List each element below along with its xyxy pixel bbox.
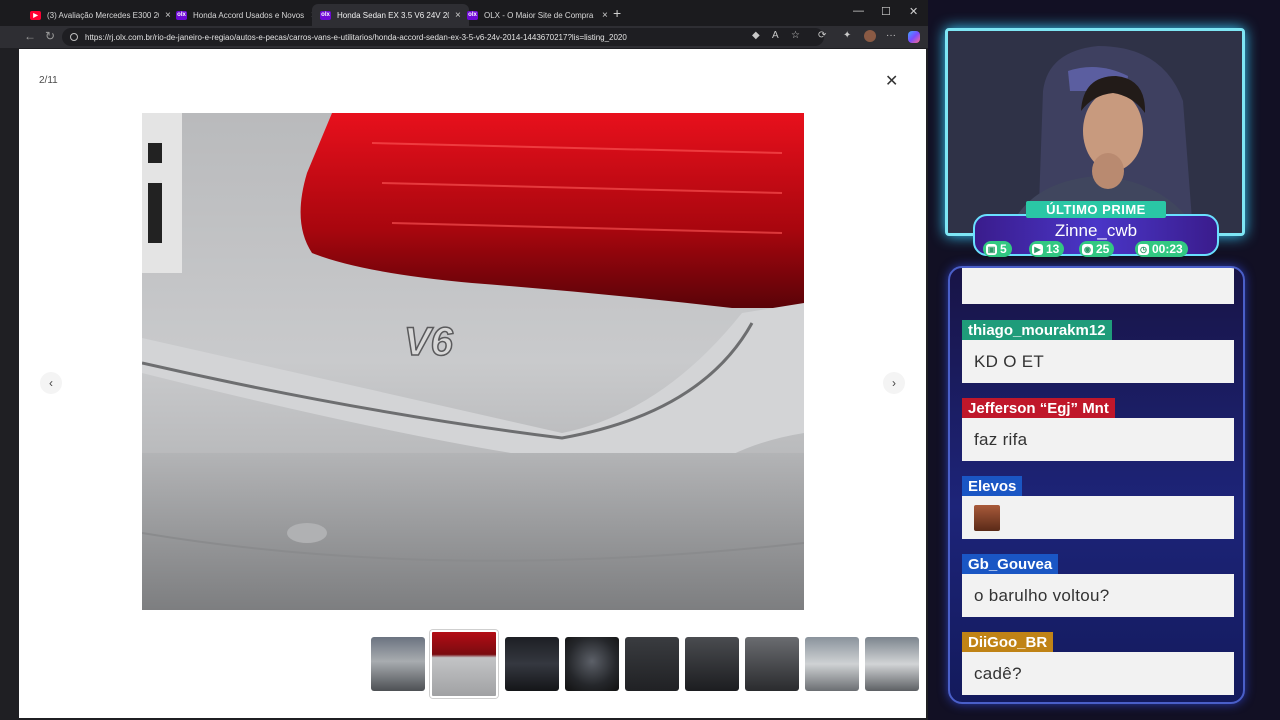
tab-label: (3) Avaliação Mercedes E300 2023 <box>47 10 159 20</box>
tab-label: OLX - O Maior Site de Compra e <box>484 10 596 20</box>
stat-value: 5 <box>1000 242 1007 256</box>
site-info-icon[interactable] <box>70 33 78 41</box>
tab-honda-accord-listings[interactable]: olx Honda Accord Usados e Novos × <box>168 4 325 26</box>
timer-stat: ◷ 00:23 <box>1135 241 1188 257</box>
thumbnail[interactable] <box>865 637 919 691</box>
chat-username: Jefferson “Egj” Mnt <box>962 398 1115 420</box>
v6-badge: V6 <box>404 320 454 364</box>
youtube-stat: ▶ 13 <box>1029 241 1065 257</box>
tab-label: Honda Accord Usados e Novos <box>193 10 305 20</box>
previous-photo-button[interactable]: ‹ <box>40 372 62 394</box>
close-tab-icon[interactable]: × <box>602 10 608 21</box>
tab-honda-sedan-ex[interactable]: olx Honda Sedan EX 3.5 V6 24V 2014 × <box>312 4 469 26</box>
prime-title: ÚLTIMO PRIME <box>1026 201 1166 218</box>
stream-stats: ▣ 5 ▶ 13 ◉ 25 ◷ 00:23 <box>983 241 1209 257</box>
more-menu-icon[interactable]: ··· <box>886 30 896 41</box>
chat-username: thiago_mourakm12 <box>962 320 1112 342</box>
tab-mercedes-review[interactable]: ▶ (3) Avaliação Mercedes E300 2023 × <box>22 4 179 26</box>
favorite-star-icon[interactable]: ☆ <box>791 30 800 41</box>
profile-avatar[interactable] <box>864 30 876 42</box>
stat-value: 13 <box>1046 242 1060 256</box>
chat-text <box>962 496 1234 539</box>
olx-icon: olx <box>320 10 331 20</box>
olx-icon: olx <box>467 10 478 20</box>
car-taillight-photo: V6 <box>142 113 804 610</box>
thumbnail[interactable] <box>371 637 425 691</box>
address-row: ← ↻ https://rj.olx.com.br/rio-de-janeiro… <box>0 26 928 48</box>
copilot-icon[interactable] <box>908 31 920 43</box>
thumbnail[interactable] <box>685 637 739 691</box>
maximize-button[interactable]: ☐ <box>881 5 891 18</box>
chat-username: DiiGoo_BR <box>962 632 1054 654</box>
prime-username: Zinne_cwb <box>1054 221 1138 240</box>
minimize-button[interactable]: — <box>853 5 864 17</box>
url-text: https://rj.olx.com.br/rio-de-janeiro-e-r… <box>85 32 627 42</box>
chat-username: Elevos <box>962 476 1023 498</box>
twitch-stat: ▣ 5 <box>983 241 1012 257</box>
last-prime-banner: ÚLTIMO PRIME Zinne_cwb ▣ 5 ▶ 13 ◉ 25 ◷ 00:23 <box>973 200 1219 260</box>
address-bar[interactable]: https://rj.olx.com.br/rio-de-janeiro-e-r… <box>62 28 824 46</box>
back-arrow-icon[interactable]: ← <box>24 29 36 43</box>
tab-olx-home[interactable]: olx OLX - O Maior Site de Compra e × <box>459 4 616 26</box>
previous-message <box>962 268 1234 304</box>
chat-username: Gb_Gouvea <box>962 554 1059 576</box>
thumbnail[interactable] <box>505 637 559 691</box>
youtube-icon: ▶ <box>30 10 41 20</box>
stat-value: 00:23 <box>1152 242 1183 256</box>
new-tab-button[interactable]: + <box>613 5 621 21</box>
tab-label: Honda Sedan EX 3.5 V6 24V 2014 <box>337 10 449 20</box>
chat-text: o barulho voltou? <box>962 574 1234 617</box>
photo-viewer: 2/11 ✕ ‹ › V6 <box>19 49 926 718</box>
emote-icon <box>974 505 1000 531</box>
kick-stat: ◉ 25 <box>1079 241 1115 257</box>
clock-icon: ◷ <box>1138 243 1149 255</box>
thumbnail[interactable] <box>565 637 619 691</box>
read-aloud-icon[interactable]: A <box>772 30 779 41</box>
thumbnail[interactable] <box>625 637 679 691</box>
browser-window: ▶ (3) Avaliação Mercedes E300 2023 × olx… <box>0 0 928 720</box>
main-photo: V6 <box>142 113 804 610</box>
thumbnail-active[interactable] <box>430 630 498 698</box>
thumbnail[interactable] <box>805 637 859 691</box>
chat-text: faz rifa <box>962 418 1234 461</box>
twitch-icon: ▣ <box>986 243 997 255</box>
tab-bar: ▶ (3) Avaliação Mercedes E300 2023 × olx… <box>0 0 928 26</box>
next-photo-button[interactable]: › <box>883 372 905 394</box>
chat-text: KD O ET <box>962 340 1234 383</box>
chat-text: cadê? <box>962 652 1234 695</box>
chat-panel: thiago_mourakm12 KD O ET Jefferson “Egj”… <box>948 266 1245 704</box>
extensions-icon[interactable]: ⟳ <box>818 30 826 41</box>
puzzle-icon[interactable]: ✦ <box>843 30 851 41</box>
stat-value: 25 <box>1096 242 1110 256</box>
olx-icon: olx <box>176 10 187 20</box>
photo-counter: 2/11 <box>39 75 58 86</box>
tag-icon[interactable]: ◆ <box>752 30 760 41</box>
kick-icon: ◉ <box>1082 243 1093 255</box>
close-window-button[interactable]: ✕ <box>909 5 918 18</box>
youtube-icon: ▶ <box>1032 243 1043 255</box>
refresh-icon[interactable]: ↻ <box>45 29 55 43</box>
thumbnail[interactable] <box>745 637 799 691</box>
close-viewer-button[interactable]: ✕ <box>885 71 898 91</box>
